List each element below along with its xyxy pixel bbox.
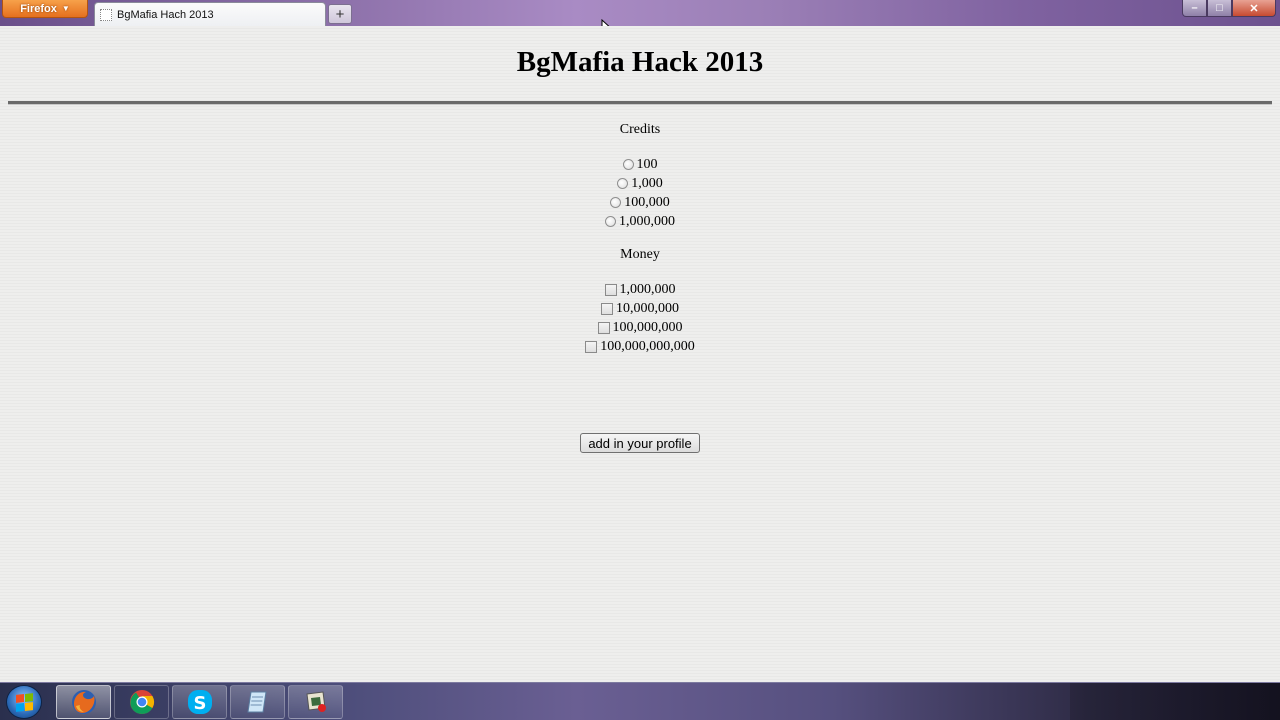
credits-option-1000000[interactable]: 1,000,000: [0, 212, 1280, 231]
dropdown-arrow-icon: ▼: [61, 4, 70, 13]
svg-text:S: S: [193, 693, 206, 714]
taskbar-skype[interactable]: S: [172, 685, 227, 719]
money-option-label: 100,000,000,000: [600, 338, 695, 354]
credits-option-100[interactable]: 100: [0, 155, 1280, 174]
radio-button[interactable]: [617, 178, 629, 189]
money-option-10000000[interactable]: 10,000,000: [0, 299, 1280, 318]
radio-button[interactable]: [610, 197, 622, 208]
recorder-icon: [305, 691, 326, 712]
money-option-1000000[interactable]: 1,000,000: [0, 280, 1280, 299]
money-option-100000000000[interactable]: 100,000,000,000: [0, 337, 1280, 356]
notepad-icon: [246, 691, 267, 713]
credits-option-label: 100: [636, 156, 658, 172]
page-favicon-icon: [100, 8, 112, 21]
credits-option-1000[interactable]: 1,000: [0, 174, 1280, 193]
money-option-label: 10,000,000: [616, 300, 679, 316]
maximize-icon: □: [1216, 2, 1223, 14]
page-title: BgMafia Hack 2013: [516, 46, 764, 78]
taskbar-chrome[interactable]: [114, 685, 169, 719]
credits-option-label: 1,000,000: [619, 213, 675, 229]
skype-icon: S: [187, 690, 212, 714]
new-tab-button[interactable]: +: [328, 4, 352, 24]
taskbar-notepad[interactable]: [230, 685, 285, 719]
page-content: BgMafia Hack 2013 Credits 100 1,000 100,…: [0, 26, 1280, 682]
windows-taskbar: S: [0, 682, 1280, 720]
credits-option-100000[interactable]: 100,000: [0, 193, 1280, 212]
taskbar-recorder[interactable]: [288, 685, 343, 719]
windows-logo-icon: [15, 692, 33, 712]
tab-bgmafia[interactable]: BgMafia Hach 2013: [94, 2, 326, 26]
checkbox[interactable]: [604, 283, 617, 296]
close-icon: ✕: [1249, 2, 1259, 15]
money-label: Money: [620, 247, 660, 262]
chrome-icon: [129, 690, 154, 715]
money-option-label: 100,000,000: [612, 319, 683, 335]
firefox-menu-label: Firefox: [20, 2, 57, 15]
minimize-button[interactable]: –: [1182, 0, 1207, 17]
minimize-icon: –: [1191, 2, 1198, 14]
credits-option-label: 1,000: [631, 175, 663, 191]
tab-title: BgMafia Hach 2013: [117, 8, 214, 21]
checkbox[interactable]: [585, 340, 598, 353]
firefox-menu-button[interactable]: Firefox ▼: [2, 0, 88, 18]
add-in-profile-button[interactable]: add in your profile: [580, 433, 700, 453]
checkbox[interactable]: [597, 321, 610, 334]
maximize-button[interactable]: □: [1207, 0, 1232, 17]
plus-icon: +: [335, 5, 345, 23]
close-button[interactable]: ✕: [1232, 0, 1276, 17]
system-tray: [1070, 683, 1280, 720]
browser-titlebar: Firefox ▼ BgMafia Hach 2013 + – □ ✕: [0, 0, 1280, 26]
money-option-100000000[interactable]: 100,000,000: [0, 318, 1280, 337]
credits-option-label: 100,000: [624, 194, 670, 210]
credits-label: Credits: [619, 122, 661, 137]
firefox-icon: [71, 690, 96, 714]
start-button[interactable]: [6, 685, 42, 719]
radio-button[interactable]: [622, 159, 634, 170]
taskbar-firefox[interactable]: [56, 685, 111, 719]
radio-button[interactable]: [605, 216, 616, 227]
money-option-label: 1,000,000: [619, 281, 676, 297]
checkbox[interactable]: [601, 302, 613, 315]
horizontal-rule: [8, 101, 1272, 105]
